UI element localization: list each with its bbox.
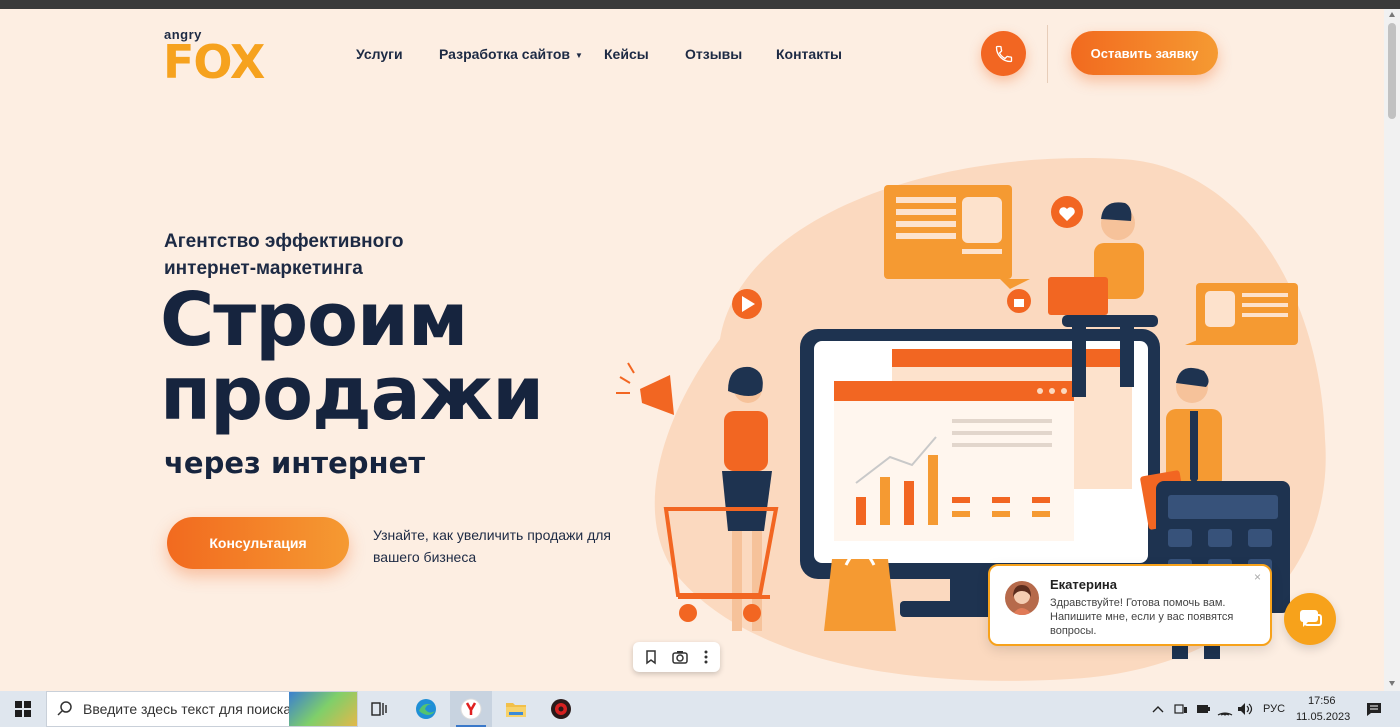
- taskbar-app[interactable]: [540, 691, 582, 727]
- consultation-button[interactable]: Консультация: [167, 517, 349, 569]
- scroll-up-icon[interactable]: [1389, 12, 1395, 17]
- search-icon: [57, 701, 72, 716]
- close-icon[interactable]: ×: [1254, 570, 1261, 584]
- logo[interactable]: angry FOX: [163, 27, 267, 89]
- device-icon: [1174, 704, 1187, 714]
- nav-item-cases[interactable]: Кейсы: [604, 46, 649, 62]
- taskbar-explorer[interactable]: [496, 691, 536, 727]
- taskbar-edge[interactable]: [406, 691, 446, 727]
- volume-icon: [1238, 703, 1253, 715]
- tray-volume[interactable]: [1236, 691, 1254, 727]
- bookmark-icon[interactable]: [644, 649, 658, 665]
- task-view-icon: [371, 702, 387, 716]
- chevron-up-icon: [1152, 706, 1164, 713]
- language-indicator[interactable]: РУС: [1263, 703, 1285, 715]
- nav-item-contacts[interactable]: Контакты: [776, 46, 842, 62]
- scroll-down-icon[interactable]: [1389, 681, 1395, 686]
- tray-expand[interactable]: [1150, 691, 1166, 727]
- search-highlight-image: [289, 692, 357, 726]
- edge-icon: [416, 699, 436, 719]
- tray-device[interactable]: [1172, 691, 1190, 727]
- hero-headline: Строим продажи: [160, 277, 544, 437]
- logo-big-text: FOX: [163, 35, 265, 89]
- page-scrollbar[interactable]: [1384, 9, 1400, 691]
- windows-taskbar: Введите здесь текст для поиска РУС 17:56…: [0, 691, 1400, 727]
- browser-top-strip: [0, 0, 1400, 9]
- chat-popup[interactable]: Екатерина Здравствуйте! Готова помочь ва…: [988, 564, 1272, 646]
- tray-battery[interactable]: [1194, 691, 1212, 727]
- operator-name: Екатерина: [1050, 577, 1118, 592]
- more-vertical-icon[interactable]: [703, 649, 709, 665]
- leave-request-button[interactable]: Оставить заявку: [1071, 31, 1218, 75]
- tray-network[interactable]: [1216, 691, 1234, 727]
- consultation-note: Узнайте, как увеличить продажи для вашег…: [373, 527, 612, 565]
- wifi-icon: [1217, 712, 1233, 716]
- yandex-browser-icon: [460, 698, 482, 720]
- web-page: angry FOX Услуги Разработка сайтов ▼ Кейс…: [0, 9, 1384, 691]
- header-divider: [1047, 25, 1048, 83]
- task-view-button[interactable]: [362, 691, 396, 727]
- scrollbar-thumb[interactable]: [1388, 23, 1396, 119]
- folder-icon: [506, 703, 526, 717]
- camera-icon[interactable]: [671, 649, 689, 665]
- chat-bubble-icon: [1300, 610, 1322, 627]
- nav-item-web-dev[interactable]: Разработка сайтов ▼: [439, 46, 583, 62]
- app-icon: [551, 699, 571, 719]
- battery-icon: [1197, 705, 1210, 713]
- start-button[interactable]: [0, 691, 46, 727]
- chat-open-button[interactable]: [1284, 593, 1336, 645]
- taskbar-search[interactable]: Введите здесь текст для поиска: [46, 691, 358, 727]
- image-toolbar: [633, 642, 720, 672]
- notification-icon: [1367, 703, 1381, 716]
- chat-message: Здравствуйте! Готова помочь вам. Напишит…: [1050, 597, 1234, 637]
- caret-down-icon: ▼: [574, 50, 583, 60]
- operator-avatar: [1005, 581, 1039, 615]
- nav-item-reviews[interactable]: Отзывы: [685, 46, 742, 62]
- phone-button[interactable]: [981, 31, 1026, 76]
- clock-time[interactable]: 17:56: [1308, 695, 1336, 707]
- hero-subtitle: Агентство эффективного интернет-маркетин…: [164, 231, 404, 279]
- nav-item-services[interactable]: Услуги: [356, 46, 403, 62]
- hero-headline-secondary: через интернет: [164, 446, 426, 480]
- nav-item-web-dev-label: Разработка сайтов: [439, 46, 570, 62]
- notifications-button[interactable]: [1360, 691, 1388, 727]
- search-placeholder: Введите здесь текст для поиска: [83, 701, 292, 717]
- windows-logo-icon: [15, 701, 31, 717]
- clock-date[interactable]: 11.05.2023: [1296, 711, 1350, 723]
- phone-icon: [995, 45, 1012, 62]
- taskbar-yandex[interactable]: [450, 691, 492, 727]
